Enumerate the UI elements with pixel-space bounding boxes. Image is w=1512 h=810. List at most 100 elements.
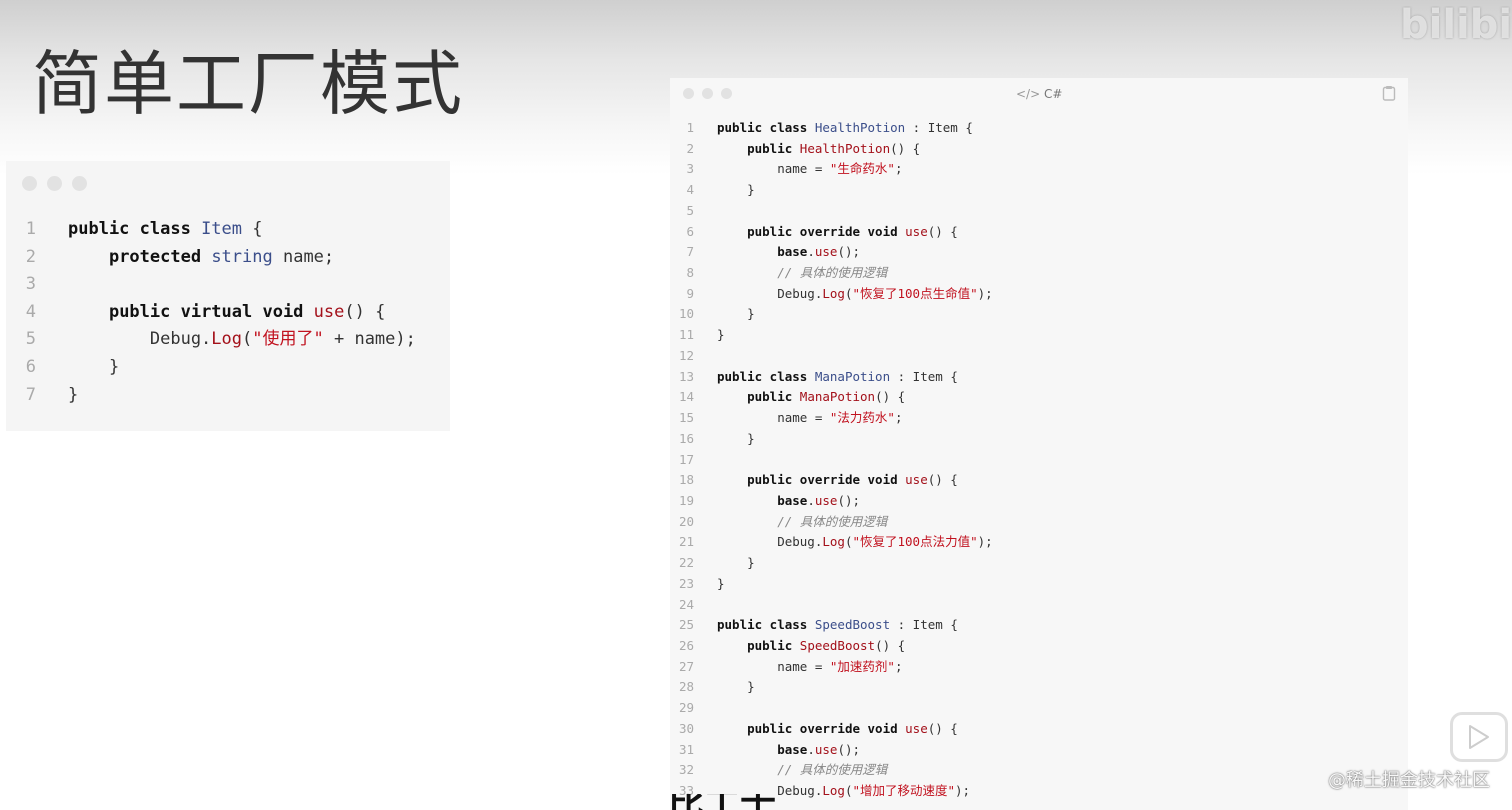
code-line: 14 public ManaPotion() { (670, 387, 905, 408)
line-number: 5 (686, 202, 694, 218)
code-line: 15 name = "法力药水"; (670, 408, 903, 429)
code-token: "使用了" (252, 329, 324, 350)
play-button[interactable] (1450, 712, 1508, 762)
code-token: Log (211, 329, 243, 350)
code-line: 16 } (670, 429, 755, 450)
code-token: () { (927, 720, 958, 736)
code-token: use (814, 741, 838, 757)
code-brackets-icon: </> (1016, 87, 1041, 101)
code-token: public override void (747, 472, 906, 488)
line-number: 1 (25, 219, 36, 239)
code-token: public override void (747, 720, 906, 736)
code-line: 2 protected string name; (6, 244, 334, 271)
code-token: ManaPotion (814, 368, 891, 384)
code-token: base (777, 244, 808, 260)
code-line: 7 base.use(); (670, 242, 860, 263)
code-line: 22 } (670, 553, 755, 574)
line-number: 7 (686, 244, 694, 260)
code-line: 2 public HealthPotion() { (670, 139, 920, 160)
line-number: 22 (678, 555, 694, 571)
line-number: 4 (686, 182, 694, 198)
code-token: . (807, 244, 815, 260)
code-line: 24 (670, 595, 717, 616)
code-line: 26 public SpeedBoost() { (670, 636, 905, 657)
line-number: 31 (678, 741, 694, 757)
code-token: () { (927, 223, 958, 239)
code-token: : Item { (890, 617, 958, 633)
code-line: 12 (670, 346, 717, 367)
line-number: 12 (678, 347, 694, 363)
code-token: ManaPotion (799, 389, 876, 405)
code-token: name = (717, 410, 830, 426)
code-token: // 具体的使用逻辑 (777, 265, 888, 281)
window-dot-maximize (72, 176, 87, 191)
clipboard-icon[interactable] (1382, 85, 1398, 101)
code-token: public (747, 140, 800, 156)
code-line: 10 } (670, 304, 755, 325)
code-token: Debug. (717, 534, 823, 550)
code-token: Log (822, 783, 845, 799)
code-line: 8 // 具体的使用逻辑 (670, 263, 887, 284)
code-token: { (242, 219, 263, 239)
code-line: 5 (670, 201, 717, 222)
code-token: "法力药水" (829, 410, 895, 426)
code-token: } (717, 182, 755, 198)
code-token: public override void (747, 223, 906, 239)
code-line: 6 } (6, 354, 119, 381)
code-token: "生命药水" (829, 161, 895, 177)
code-token: (); (837, 492, 861, 508)
code-token: "恢复了100点法力值" (852, 534, 978, 550)
line-number: 29 (678, 700, 694, 716)
line-number: 3 (686, 161, 694, 177)
code-token: Item (201, 219, 243, 239)
code-token: } (717, 327, 725, 343)
code-token: HealthPotion (814, 120, 906, 135)
code-line: 4 public virtual void use() { (6, 299, 386, 326)
code-line: 19 base.use(); (670, 491, 860, 512)
line-number: 14 (678, 389, 694, 405)
subtitle-text: 比工士 (668, 794, 776, 810)
line-number: 28 (678, 679, 694, 695)
code-token: () { (927, 472, 958, 488)
code-token: use (905, 472, 928, 488)
code-token: (); (837, 244, 861, 260)
code-token: protected (108, 246, 212, 267)
code-token: } (717, 306, 755, 322)
line-number: 20 (678, 513, 694, 529)
code-line: 3 name = "生命药水"; (670, 159, 902, 180)
subclass-code-panel: </> C# 1 public class HealthPotion : Item… (670, 78, 1408, 810)
code-token: SpeedBoost (799, 638, 876, 653)
code-token: Log (822, 285, 845, 301)
line-number: 21 (678, 534, 694, 550)
code-token: public class (717, 120, 815, 135)
code-token: HealthPotion (799, 140, 891, 156)
code-token: : Item { (905, 120, 973, 135)
code-line: 31 base.use(); (670, 740, 860, 761)
code-line: 5 Debug.Log("使用了" + name); (6, 326, 416, 353)
code-token: public class (717, 368, 815, 384)
line-number: 6 (686, 223, 694, 239)
base-class-code-panel: 1 public class Item {2 protected string n… (6, 161, 450, 431)
code-token: ; (894, 161, 903, 177)
code-token: // 具体的使用逻辑 (777, 762, 888, 778)
code-line: 13 public class ManaPotion : Item { (670, 367, 958, 388)
code-token: . (807, 741, 815, 757)
line-number: 16 (678, 430, 694, 446)
line-number: 19 (678, 492, 694, 508)
window-dot-minimize (702, 88, 713, 99)
line-number: 24 (678, 596, 694, 612)
line-number: 10 (678, 306, 694, 322)
code-line: 23} (670, 574, 725, 595)
code-line: 1 public class Item { (6, 216, 263, 243)
code-token: ); (977, 534, 993, 550)
line-number: 6 (25, 357, 36, 377)
juejin-watermark: @稀土掘金技术社区 (1328, 770, 1490, 791)
code-token: "恢复了100点生命值" (852, 285, 978, 301)
line-number: 1 (686, 120, 694, 135)
code-token: } (68, 357, 120, 377)
